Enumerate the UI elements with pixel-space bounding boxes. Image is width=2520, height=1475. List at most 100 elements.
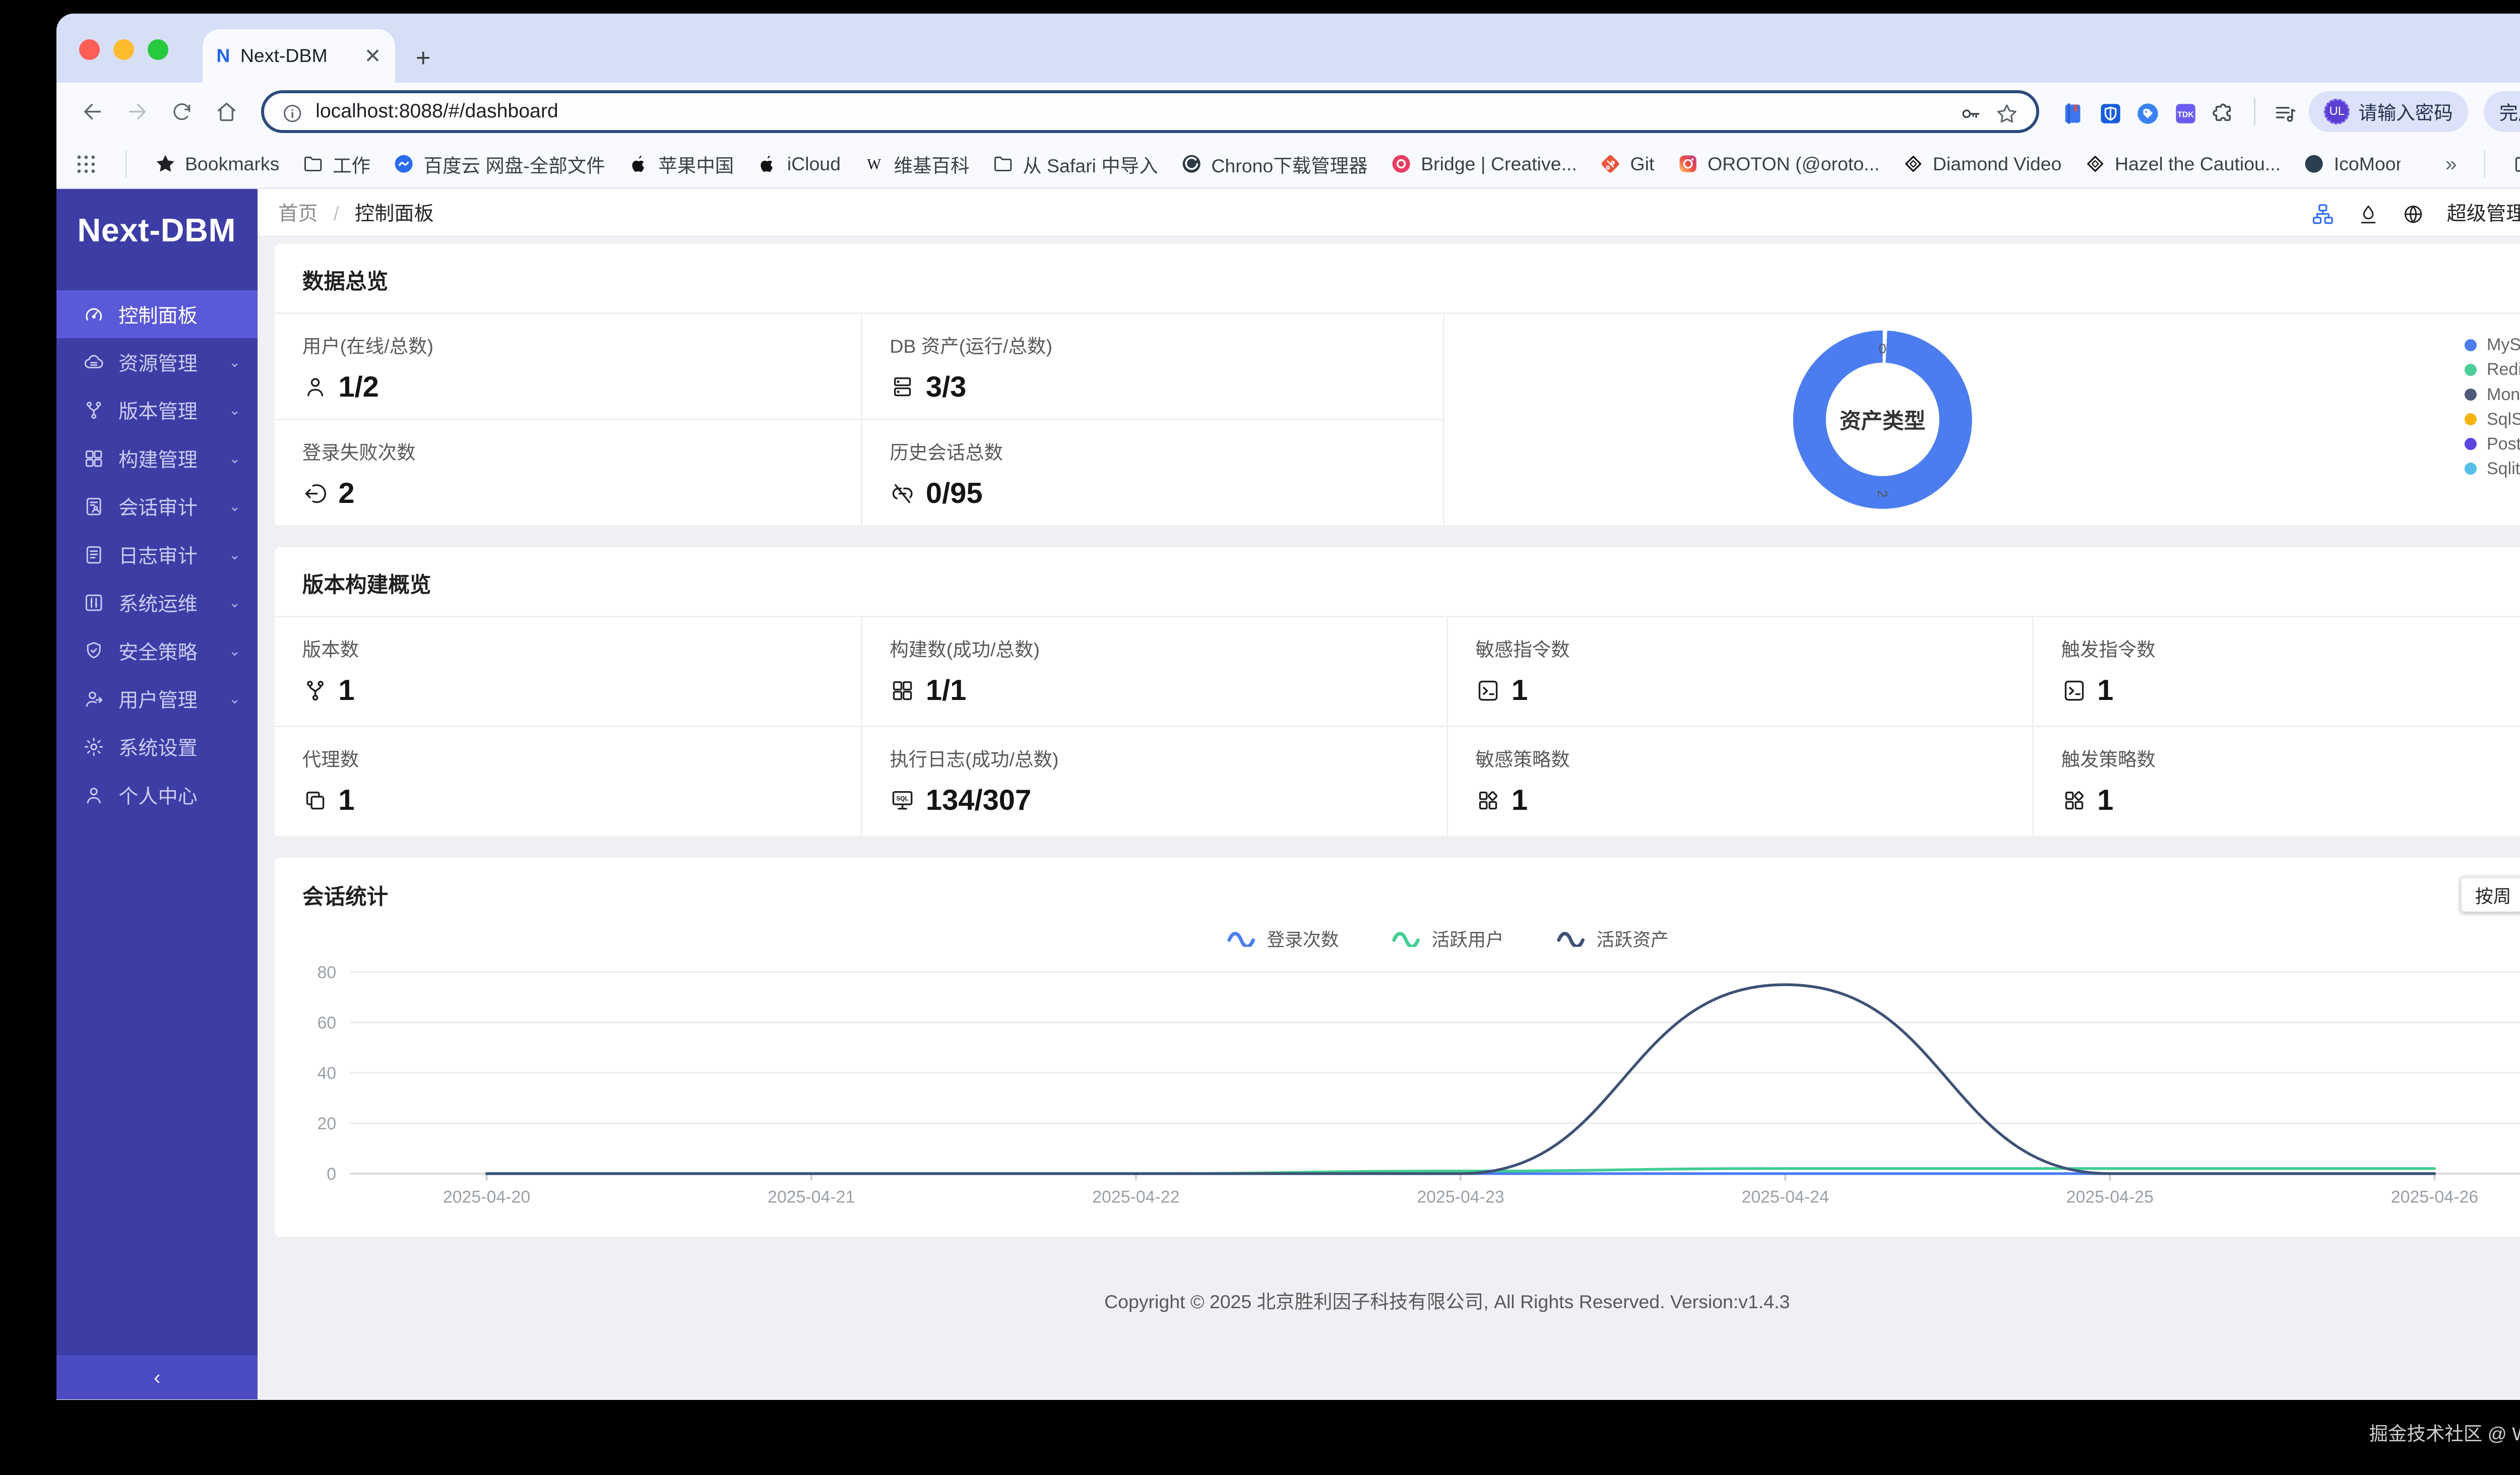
forward-button[interactable] [117, 91, 158, 133]
build-title: 版本构建概览 [302, 573, 431, 598]
browser-window: N Next-DBM ✕ + ▾ localhost:8088/#/dashbo… [56, 14, 2520, 1400]
close-window-button[interactable] [79, 39, 100, 60]
favicon: N [216, 45, 230, 67]
bookmark-item[interactable]: 从 Safari 中导入 [992, 151, 1158, 178]
bookmark-item[interactable]: IcoMoon App - Ico... [2303, 153, 2401, 175]
chevron-down-icon: ⌄ [229, 402, 241, 418]
bookmark-item[interactable]: 百度云 网盘-全部文件 [393, 151, 605, 178]
stat-cell: 版本数 1 [275, 617, 862, 728]
reading-list-icon[interactable] [2273, 96, 2298, 127]
tag-extension-icon[interactable] [2135, 96, 2161, 127]
toggle-weekly[interactable]: 按周 [2461, 878, 2520, 912]
all-bookmarks-folder[interactable]: 所有书签 [2513, 151, 2520, 178]
close-tab-icon[interactable]: ✕ [364, 44, 381, 68]
svg-text:0: 0 [327, 1165, 337, 1184]
site-info-icon[interactable] [281, 96, 303, 127]
bookmark-star-icon[interactable] [1995, 96, 2019, 127]
minimize-window-button[interactable] [113, 39, 134, 60]
bookmark-item[interactable]: 工作 [302, 151, 370, 178]
user-role-dropdown[interactable]: 超级管理员 ▾ [2447, 198, 2520, 226]
maximize-window-button[interactable] [148, 39, 168, 60]
usergear-icon [86, 691, 102, 707]
home-button[interactable] [206, 91, 247, 133]
topology-icon[interactable] [2311, 196, 2335, 228]
asset-type-chart: 0 资产类型 2 MySQL Redis MongoDB SqlServer P… [1444, 314, 2520, 527]
sidebar-item-profile[interactable]: 个人中心 [56, 771, 258, 819]
bookmarks-overflow-chevrons[interactable]: » [2445, 152, 2457, 176]
bookmark-item[interactable]: Chrono下载管理器 [1180, 151, 1368, 178]
app-logo[interactable]: Next-DBM [56, 189, 258, 290]
bookmark-item[interactable]: Bridge | Creative... [1390, 153, 1577, 175]
password-prompt-pill[interactable]: UL 请输入密码 [2308, 91, 2469, 133]
sidebar-item-settings[interactable]: 系统设置 [56, 723, 258, 771]
stat-cell: 用户(在线/总数) 1/2 [275, 313, 862, 421]
language-globe-icon[interactable] [2402, 196, 2424, 228]
theme-ink-icon[interactable] [2357, 196, 2379, 228]
git-icon [1601, 155, 1619, 173]
pie-legend-item[interactable]: SqlServer [2464, 407, 2520, 432]
bookmark-item[interactable]: 苹果中国 [627, 151, 734, 178]
tdk-extension-icon[interactable]: TDK [2173, 96, 2198, 127]
bookmark-item[interactable]: Hazel the Cautiou... [2084, 153, 2281, 175]
pie-legend-item[interactable]: MongoDB [2464, 382, 2520, 407]
pie-legend-item[interactable]: Sqlite [2464, 457, 2520, 481]
back-icon [84, 103, 101, 120]
sidebar-item-builds[interactable]: 构建管理 ⌄ [56, 434, 258, 482]
bitwarden-extension-icon[interactable] [2098, 96, 2123, 127]
svg-text:2025-04-23: 2025-04-23 [1417, 1188, 1504, 1207]
url-text[interactable]: localhost:8088/#/dashboard [316, 100, 1946, 122]
profile-badge: UL [2324, 98, 2350, 125]
sidebar-item-security[interactable]: 安全策略 ⌄ [56, 627, 258, 675]
chevron-down-icon: ⌄ [229, 691, 241, 707]
bookmark-item[interactable]: Bookmarks [154, 153, 279, 175]
sidebar-item-dashboard[interactable]: 控制面板 [56, 290, 258, 339]
address-bar[interactable]: localhost:8088/#/dashboard [261, 90, 2039, 134]
apple-icon [761, 156, 773, 172]
reload-button[interactable] [161, 91, 203, 133]
folder-icon [2513, 153, 2520, 176]
bookmark-item[interactable]: W 维基百科 [863, 151, 970, 178]
sidebar-item-log-audit[interactable]: 日志审计 ⌄ [56, 531, 258, 579]
sidebar-item-resources[interactable]: 资源管理 ⌄ [56, 338, 258, 386]
stat-cell: DB 资产(运行/总数) 3/3 [862, 313, 1445, 421]
sidebar-item-ops[interactable]: 系统运维 ⌄ [56, 579, 258, 626]
password-key-icon[interactable] [1959, 96, 1983, 127]
extensions-puzzle-icon[interactable] [2211, 96, 2236, 127]
sidebar-item-session-audit[interactable]: 会话审计 ⌄ [56, 483, 258, 531]
shield-icon [87, 642, 101, 659]
legend-dot [2464, 413, 2477, 425]
sidebar-collapse-button[interactable]: ‹ [56, 1355, 258, 1400]
svg-text:60: 60 [318, 1013, 337, 1033]
bookmark-item[interactable]: Diamond Video [1902, 153, 2061, 175]
breadcrumb-home[interactable]: 首页 [278, 203, 318, 225]
line-legend-item[interactable]: 登录次数 [1226, 925, 1339, 951]
bookmark-item[interactable]: Git [1599, 153, 1654, 175]
line-legend-item[interactable]: 活跃用户 [1391, 925, 1504, 951]
apps-grid-icon[interactable] [74, 152, 98, 176]
sidebar-item-versions[interactable]: 版本管理 ⌄ [56, 387, 258, 434]
new-tab-button[interactable]: + [416, 45, 431, 71]
pie-legend-item[interactable]: Postgresql [2464, 432, 2520, 457]
chevron-down-icon: ⌄ [229, 643, 241, 659]
components-icon [2065, 791, 2084, 809]
svg-text:2025-04-25: 2025-04-25 [2066, 1188, 2154, 1207]
pie-legend-item[interactable]: MySQL [2464, 333, 2520, 357]
forward-icon [129, 103, 146, 120]
gauge-icon [85, 308, 102, 321]
chevron-down-icon: ⌄ [229, 354, 241, 370]
bookmark-item[interactable]: OROTON (@oroto... [1677, 153, 1879, 175]
back-button[interactable] [72, 91, 113, 133]
bookmark-item[interactable]: iCloud [756, 153, 841, 175]
browser-tab[interactable]: N Next-DBM ✕ [203, 29, 395, 83]
notebook-extension-icon[interactable] [2060, 96, 2086, 127]
asset-donut[interactable]: 0 资产类型 2 [1793, 330, 1972, 509]
pie-legend-item[interactable]: Redis [2464, 357, 2520, 382]
line-legend-item[interactable]: 活跃资产 [1555, 925, 1669, 951]
chevron-down-icon: ⌄ [229, 498, 241, 515]
chevron-down-icon: ⌄ [229, 595, 241, 611]
update-chrome-pill[interactable]: 完成更新 [2484, 91, 2520, 133]
overview-card: 数据总览 用户(在线/总数) 1/2 DB 资产(运行/总数) 3/3 登录失败次数… [275, 243, 2520, 527]
sidebar-item-users[interactable]: 用户管理 ⌄ [56, 675, 258, 723]
chrono-icon [1182, 155, 1201, 173]
period-toggle: 按周 按月 [2458, 875, 2520, 915]
